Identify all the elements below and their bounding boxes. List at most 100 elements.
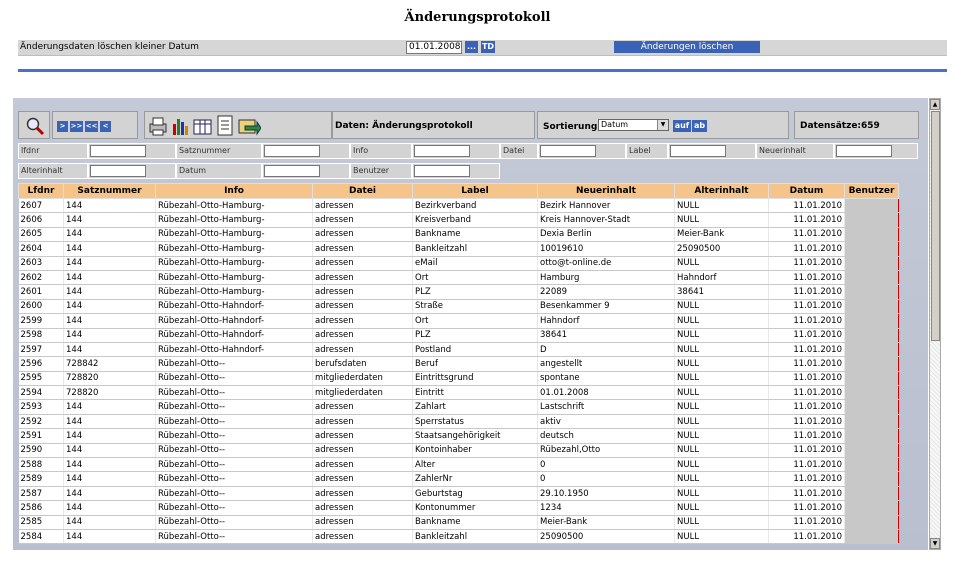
- filter-info-label: Info: [350, 143, 412, 159]
- table-cell-alterinhalt: NULL: [674, 212, 769, 228]
- scroll-up-icon[interactable]: ▲: [930, 99, 940, 110]
- table-cell-neuerinhalt: spontane: [537, 371, 675, 387]
- table-cell-lfdnr: 2589: [18, 471, 64, 487]
- column-header-datei[interactable]: Datei: [312, 183, 413, 199]
- table-row[interactable]: 2602 144 Rübezahl-Otto-Hamburg-adressen Ort…: [18, 270, 899, 286]
- filter-info-input[interactable]: [414, 145, 470, 157]
- filter-neuerinhalt-input[interactable]: [836, 145, 892, 157]
- table-cell-info: Rübezahl-Otto-Hahndorf-: [155, 342, 313, 358]
- filter-datum-input[interactable]: [264, 165, 320, 177]
- table-cell-satznummer: 144: [63, 299, 156, 315]
- scroll-thumb[interactable]: [931, 111, 940, 341]
- search-tool[interactable]: [18, 111, 50, 139]
- table-row[interactable]: 2585 144 Rübezahl-Otto-- adressen Bankname Me…: [18, 515, 899, 530]
- table-row[interactable]: 2607 144 Rübezahl-Otto-Hamburg-adressen Bez…: [18, 198, 899, 214]
- table-row[interactable]: 2601 144 Rübezahl-Otto-Hamburg-adressen PLZ…: [18, 284, 899, 300]
- column-header-neuerinhalt[interactable]: Neuerinhalt: [537, 183, 675, 199]
- table-row[interactable]: 2586 144 Rübezahl-Otto-- adressen Kontonumme…: [18, 500, 899, 516]
- table-cell-label: Beruf: [412, 356, 538, 372]
- nav-next-button[interactable]: >: [57, 121, 68, 132]
- column-header-label[interactable]: Label: [412, 183, 538, 199]
- sort-descending-button[interactable]: ab: [692, 120, 707, 132]
- table-cell-neuerinhalt: deutsch: [537, 428, 675, 444]
- table-cell-label: Eintrittsgrund: [412, 371, 538, 387]
- table-row[interactable]: 2595 728820 Rübezahl-Otto-- mitgliederdaten…: [18, 371, 899, 387]
- table-row[interactable]: 2584 144 Rübezahl-Otto-- adressen Bankleitza…: [18, 529, 899, 545]
- today-button[interactable]: TD: [481, 41, 495, 53]
- table-row[interactable]: 2592 144 Rübezahl-Otto-- adressen Sperrstatu…: [18, 414, 899, 430]
- table-row[interactable]: 2606 144 Rübezahl-Otto-Hamburg-adressen Kre…: [18, 212, 899, 228]
- column-header-alterinhalt[interactable]: Alterinhalt: [674, 183, 769, 199]
- table-cell-info: Rübezahl-Otto--: [155, 399, 313, 415]
- printer-icon[interactable]: [147, 116, 169, 136]
- document-icon[interactable]: [215, 115, 235, 137]
- nav-first-button[interactable]: <<: [85, 121, 98, 132]
- table-cell-satznummer: 728842: [63, 356, 156, 372]
- table-row[interactable]: 2594 728820 Rübezahl-Otto-- mitgliederdaten…: [18, 385, 899, 401]
- delete-date-input[interactable]: 01.01.2008: [406, 41, 462, 54]
- table-cell-neuerinhalt: Rübezahl,Otto: [537, 443, 675, 459]
- table-cell-label: Bankleitzahl: [412, 529, 538, 545]
- filter-label-input[interactable]: [670, 145, 726, 157]
- sort-select[interactable]: Datum ▼: [598, 119, 669, 131]
- table-row[interactable]: 2598 144 Rübezahl-Otto-Hahndorf-adressen PL…: [18, 328, 899, 343]
- table-row[interactable]: 2600 144 Rübezahl-Otto-Hahndorf-adressen St…: [18, 299, 899, 315]
- table-cell-satznummer: 144: [63, 399, 156, 415]
- chart-icon[interactable]: [171, 116, 191, 136]
- table-row[interactable]: 2599 144 Rübezahl-Otto-Hahndorf-adressen Or…: [18, 313, 899, 329]
- table-cell-neuerinhalt: 01.01.2008: [537, 385, 675, 401]
- table-row[interactable]: 2597 144 Rübezahl-Otto-Hahndorf-adressen Po…: [18, 342, 899, 358]
- table-row[interactable]: 2593 144 Rübezahl-Otto-- adressen Zahlart Las…: [18, 399, 899, 415]
- filter-benutzer-input[interactable]: [414, 165, 470, 177]
- filter-satznummer-input[interactable]: [264, 145, 320, 157]
- table-cell-benutzer: [844, 399, 899, 415]
- table-cell-datei: adressen: [312, 399, 413, 415]
- table-cell-satznummer: 144: [63, 500, 156, 516]
- column-header-datum[interactable]: Datum: [768, 183, 845, 199]
- sort-ascending-button[interactable]: auf: [673, 120, 691, 132]
- table-row[interactable]: 2603 144 Rübezahl-Otto-Hamburg-adressen eMa…: [18, 256, 899, 271]
- table-cell-lfdnr: 2598: [18, 328, 64, 343]
- delete-changes-button[interactable]: Änderungen löschen: [614, 41, 760, 53]
- table-row[interactable]: 2604 144 Rübezahl-Otto-Hamburg-adressen Ban…: [18, 241, 899, 257]
- table-cell-benutzer: [844, 328, 899, 343]
- filter-datei-input[interactable]: [540, 145, 596, 157]
- table-row[interactable]: 2605 144 Rübezahl-Otto-Hamburg-adressen Ban…: [18, 227, 899, 243]
- table-cell-benutzer: [844, 198, 899, 214]
- column-header-benutzer[interactable]: Benutzer: [844, 183, 899, 199]
- table-row[interactable]: 2596 728842 Rübezahl-Otto-- berufsdaten Beru…: [18, 356, 899, 372]
- table-cell-satznummer: 144: [63, 241, 156, 257]
- table-row[interactable]: 2590 144 Rübezahl-Otto-- adressen Kontoinhab…: [18, 443, 899, 459]
- table-export-icon[interactable]: [193, 116, 213, 136]
- table-cell-label: Kontoinhaber: [412, 443, 538, 459]
- table-cell-neuerinhalt: 0: [537, 471, 675, 487]
- table-cell-neuerinhalt: 22089: [537, 284, 675, 300]
- record-count: Datensätze:659: [800, 121, 880, 131]
- table-cell-label: Zahlart: [412, 399, 538, 415]
- table-row[interactable]: 2588 144 Rübezahl-Otto-- adressen Alter 0 NULL…: [18, 457, 899, 473]
- export-arrow-icon[interactable]: [237, 116, 261, 136]
- filter-lfdnr-input[interactable]: [90, 145, 146, 157]
- column-header-satznummer[interactable]: Satznummer: [63, 183, 156, 199]
- scroll-down-icon[interactable]: ▼: [930, 538, 940, 549]
- vertical-scrollbar[interactable]: ▲ ▼: [929, 98, 941, 550]
- table-cell-benutzer: [844, 500, 899, 516]
- chevron-down-icon[interactable]: ▼: [657, 120, 668, 130]
- table-row[interactable]: 2591 144 Rübezahl-Otto-- adressen Staatsange…: [18, 428, 899, 444]
- nav-prev-button[interactable]: <: [100, 121, 111, 132]
- date-picker-button[interactable]: ...: [465, 41, 478, 53]
- column-header-lfdnr[interactable]: Lfdnr: [18, 183, 64, 199]
- filter-alterinhalt-input[interactable]: [90, 165, 146, 177]
- table-cell-label: ZahlerNr: [412, 471, 538, 487]
- table-row[interactable]: 2587 144 Rübezahl-Otto-- adressen Geburtstag…: [18, 486, 899, 502]
- table-cell-satznummer: 144: [63, 198, 156, 214]
- table-cell-label: Geburtstag: [412, 486, 538, 502]
- column-header-info[interactable]: Info: [155, 183, 313, 199]
- nav-last-button[interactable]: >>: [70, 121, 83, 132]
- table-row[interactable]: 2589 144 Rübezahl-Otto-- adressen ZahlerNr 0 N…: [18, 471, 899, 487]
- table-cell-lfdnr: 2594: [18, 385, 64, 401]
- table-cell-datum: 11.01.2010: [768, 212, 845, 228]
- table-cell-info: Rübezahl-Otto--: [155, 371, 313, 387]
- table-cell-alterinhalt: NULL: [674, 529, 769, 545]
- table-cell-datum: 11.01.2010: [768, 198, 845, 214]
